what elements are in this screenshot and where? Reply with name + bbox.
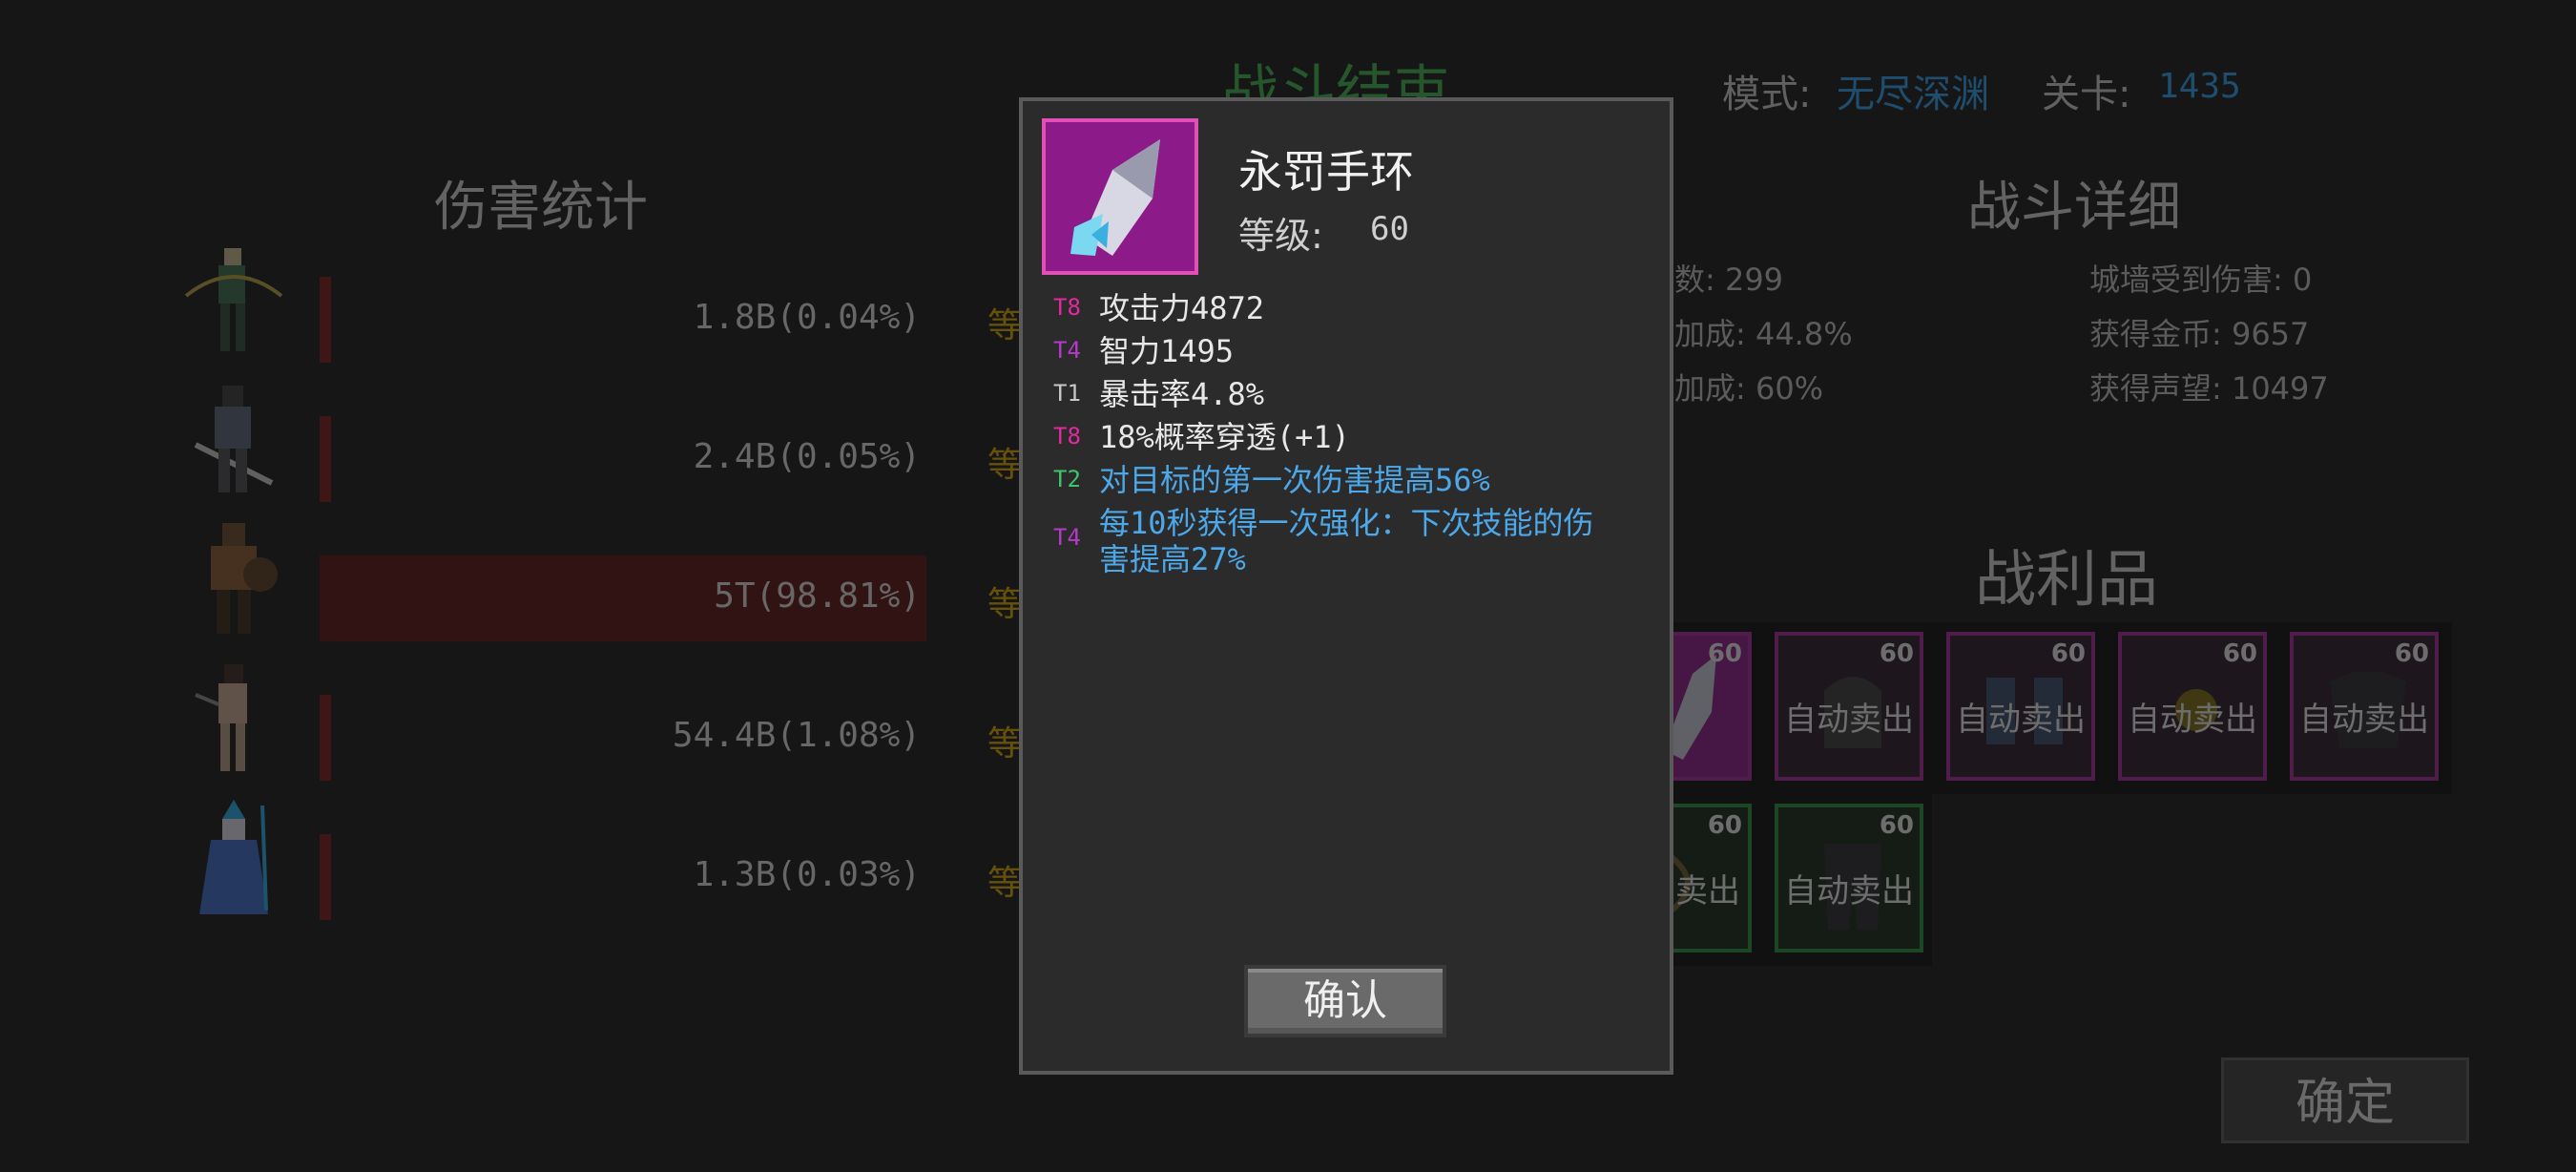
affix-tier: T4 (1053, 337, 1081, 364)
affix-tier: T4 (1053, 524, 1081, 551)
item-icon-frame (1042, 118, 1198, 275)
affix-tier: T1 (1053, 380, 1081, 407)
affix-text: 攻击力4872 (1099, 290, 1265, 326)
affix-tier: T2 (1053, 466, 1081, 492)
crystal-bracer-icon (1070, 139, 1160, 256)
item-level-value: 60 (1370, 210, 1409, 248)
affix-text-continued: 害提高27% (1099, 541, 1246, 577)
affix-tier: T8 (1053, 423, 1081, 450)
popup-confirm-button[interactable]: 确认 (1244, 965, 1446, 1037)
affix-text: 对目标的第一次伤害提高56% (1099, 462, 1490, 498)
item-detail-popup: 永罚手环 等级: 60 T8 攻击力4872 T4 智力1495 T1 暴击率4… (1019, 97, 1673, 1075)
affix-tier: T8 (1053, 294, 1081, 321)
item-name: 永罚手环 (1238, 146, 1414, 198)
affix-text: 暴击率4.8% (1099, 376, 1265, 412)
battle-result-screen: 战斗结束 模式: 无尽深渊 关卡: 1435 伤害统计 战斗详细 战利品 1.8… (0, 0, 2576, 1172)
affix-text: 18%概率穿透(+1) (1099, 419, 1350, 455)
affix-text: 每10秒获得一次强化：下次技能的伤 (1099, 505, 1594, 541)
affix-text: 智力1495 (1099, 333, 1235, 369)
item-level-label: 等级: (1238, 215, 1323, 257)
affix-row: T4 每10秒获得一次强化：下次技能的伤 害提高27% (1053, 505, 1654, 581)
